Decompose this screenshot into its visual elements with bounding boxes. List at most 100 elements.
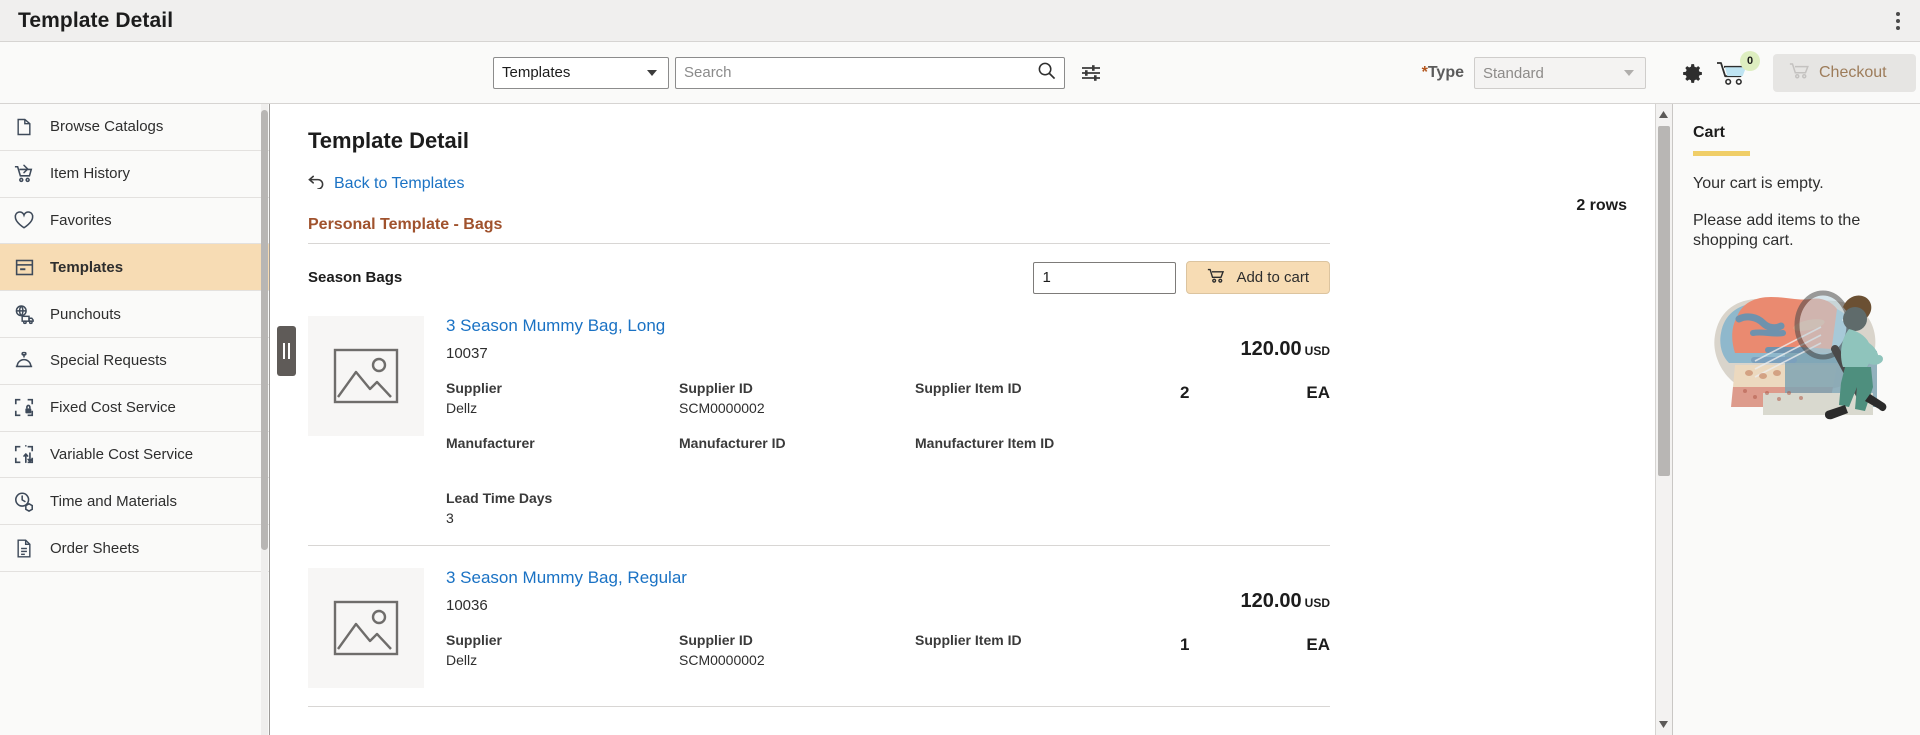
chevron-down-icon [1624, 70, 1634, 76]
cart-empty-message: Your cart is empty. [1693, 175, 1824, 192]
item-currency: USD [1304, 596, 1330, 610]
sidebar-item-label: Variable Cost Service [50, 445, 194, 463]
main-scrollbar-track[interactable] [1655, 104, 1672, 735]
sidebar-item-browse-catalogs[interactable]: Browse Catalogs [0, 104, 269, 151]
sidebar-item-label: Fixed Cost Service [50, 399, 176, 417]
search-scope-select[interactable]: Templates [493, 56, 669, 89]
image-placeholder-icon [308, 568, 424, 688]
window-title-bar: Template Detail [0, 0, 1920, 42]
sidebar-item-time-and-materials[interactable]: Time and Materials [0, 478, 269, 526]
manufacturer-item-id-label: Manufacturer Item ID [915, 435, 1055, 451]
sidebar-scrollbar-thumb[interactable] [261, 110, 268, 550]
item-currency: USD [1304, 344, 1330, 358]
sidebar-item-label: Browse Catalogs [50, 118, 164, 136]
globe-truck-icon [12, 302, 36, 326]
frame-lock-icon [12, 396, 36, 420]
type-value: Standard [1483, 64, 1544, 82]
sidebar-item-label: Item History [50, 165, 131, 183]
row-count-label: 2 rows [1576, 197, 1627, 214]
gear-icon[interactable] [1680, 61, 1705, 86]
item-quantity: 1 [1180, 635, 1190, 654]
group-action-row: Season Bags Add to cart [308, 261, 1330, 294]
cart-panel-title: Cart [1693, 124, 1726, 141]
manufacturer-id-label: Manufacturer ID [679, 435, 786, 451]
back-to-templates-label: Back to Templates [334, 175, 465, 192]
cart-hint-message: Please add items to the shopping cart. [1693, 212, 1861, 249]
kebab-menu-icon[interactable] [1890, 6, 1906, 36]
supplier-value: Dellz [446, 652, 478, 668]
supplier-id-value: SCM0000002 [679, 400, 765, 416]
type-select[interactable]: Standard [1474, 57, 1646, 89]
supplier-label: Supplier [446, 632, 503, 648]
item-quantity: 2 [1180, 383, 1190, 402]
lead-time-label: Lead Time Days [446, 490, 553, 506]
panel-collapse-handle[interactable] [277, 326, 296, 376]
service-bell-icon [12, 349, 36, 373]
manufacturer-id-value [679, 455, 915, 472]
item-price: 120.00 [1240, 590, 1302, 612]
cart-history-icon [12, 162, 36, 186]
manufacturer-item-id-value [915, 455, 1330, 472]
type-label: *Type [1421, 64, 1464, 81]
cart-icon [1207, 268, 1226, 288]
search-input[interactable] [684, 64, 1037, 81]
page-title: Template Detail [18, 8, 174, 32]
template-window-icon [12, 255, 36, 279]
main-content: Template Detail Back to Templates Person… [270, 104, 1672, 735]
sidebar-item-label: Punchouts [50, 305, 121, 323]
scroll-down-arrow-icon[interactable] [1656, 716, 1671, 733]
add-to-cart-label: Add to cart [1236, 269, 1309, 286]
checkout-cart-icon [1789, 62, 1810, 85]
search-toolbar: Templates *Type Standard [0, 42, 1920, 104]
add-to-cart-button[interactable]: Add to cart [1186, 261, 1330, 294]
cart-panel: Cart Your cart is empty. Please add item… [1672, 104, 1920, 735]
sidebar-item-fixed-cost-service[interactable]: Fixed Cost Service [0, 384, 269, 432]
supplier-id-value: SCM0000002 [679, 652, 765, 668]
item-name-link[interactable]: 3 Season Mummy Bag, Long [446, 316, 1330, 336]
heart-icon [12, 208, 36, 232]
back-arrow-icon [308, 174, 325, 194]
table-row: 3 Season Mummy Bag, Regular 10036 Suppli… [308, 568, 1330, 707]
sidebar-item-label: Time and Materials [50, 492, 177, 510]
toolbar-right-group: *Type Standard 0 Checkout [1422, 42, 1920, 104]
checkout-button[interactable]: Checkout [1773, 54, 1916, 92]
shopping-cart-icon[interactable]: 0 [1715, 50, 1760, 87]
manufacturer-label: Manufacturer [446, 435, 535, 451]
supplier-label: Supplier [446, 380, 503, 396]
template-group-name: Personal Template - Bags [308, 216, 1330, 244]
sidebar-item-templates[interactable]: Templates [0, 244, 269, 292]
group-quantity-input[interactable] [1033, 261, 1177, 294]
checkout-label: Checkout [1819, 64, 1887, 81]
sidebar-item-label: Favorites [50, 211, 112, 229]
sidebar-item-order-sheets[interactable]: Order Sheets [0, 525, 269, 572]
back-to-templates-link[interactable]: Back to Templates [308, 174, 1644, 194]
main-page-title: Template Detail [308, 128, 469, 153]
search-icon[interactable] [1037, 61, 1056, 85]
filter-sliders-icon[interactable] [1079, 61, 1103, 85]
search-scope-value: Templates [502, 64, 571, 81]
search-field-wrapper[interactable] [675, 56, 1065, 89]
item-uom: EA [1306, 383, 1330, 402]
sidebar-item-variable-cost-service[interactable]: Variable Cost Service [0, 431, 269, 479]
main-scrollbar-thumb[interactable] [1658, 126, 1670, 476]
sidebar-nav: Browse Catalogs Item History Favorites T… [0, 104, 270, 735]
chevron-down-icon [647, 69, 657, 76]
cart-title-underline [1693, 151, 1750, 156]
table-row: 3 Season Mummy Bag, Long 10037 Supplier … [308, 316, 1330, 546]
sidebar-item-favorites[interactable]: Favorites [0, 197, 269, 245]
item-price-block: 120.00 USD 2 EA [1180, 338, 1330, 403]
item-price: 120.00 [1240, 338, 1302, 360]
page-body: Browse Catalogs Item History Favorites T… [0, 104, 1920, 735]
lead-time-value: 3 [446, 510, 454, 526]
scroll-up-arrow-icon[interactable] [1656, 106, 1671, 123]
group-name-label: Season Bags [308, 269, 403, 286]
item-uom: EA [1306, 635, 1330, 654]
item-price-block: 120.00 USD 1 EA [1180, 590, 1330, 655]
sidebar-item-special-requests[interactable]: Special Requests [0, 337, 269, 385]
frame-arrows-icon [12, 442, 36, 466]
sidebar-item-item-history[interactable]: Item History [0, 150, 269, 198]
sidebar-item-label: Special Requests [50, 352, 167, 370]
item-name-link[interactable]: 3 Season Mummy Bag, Regular [446, 568, 1330, 588]
sidebar-item-punchouts[interactable]: Punchouts [0, 291, 269, 338]
clock-box-icon [12, 489, 36, 513]
